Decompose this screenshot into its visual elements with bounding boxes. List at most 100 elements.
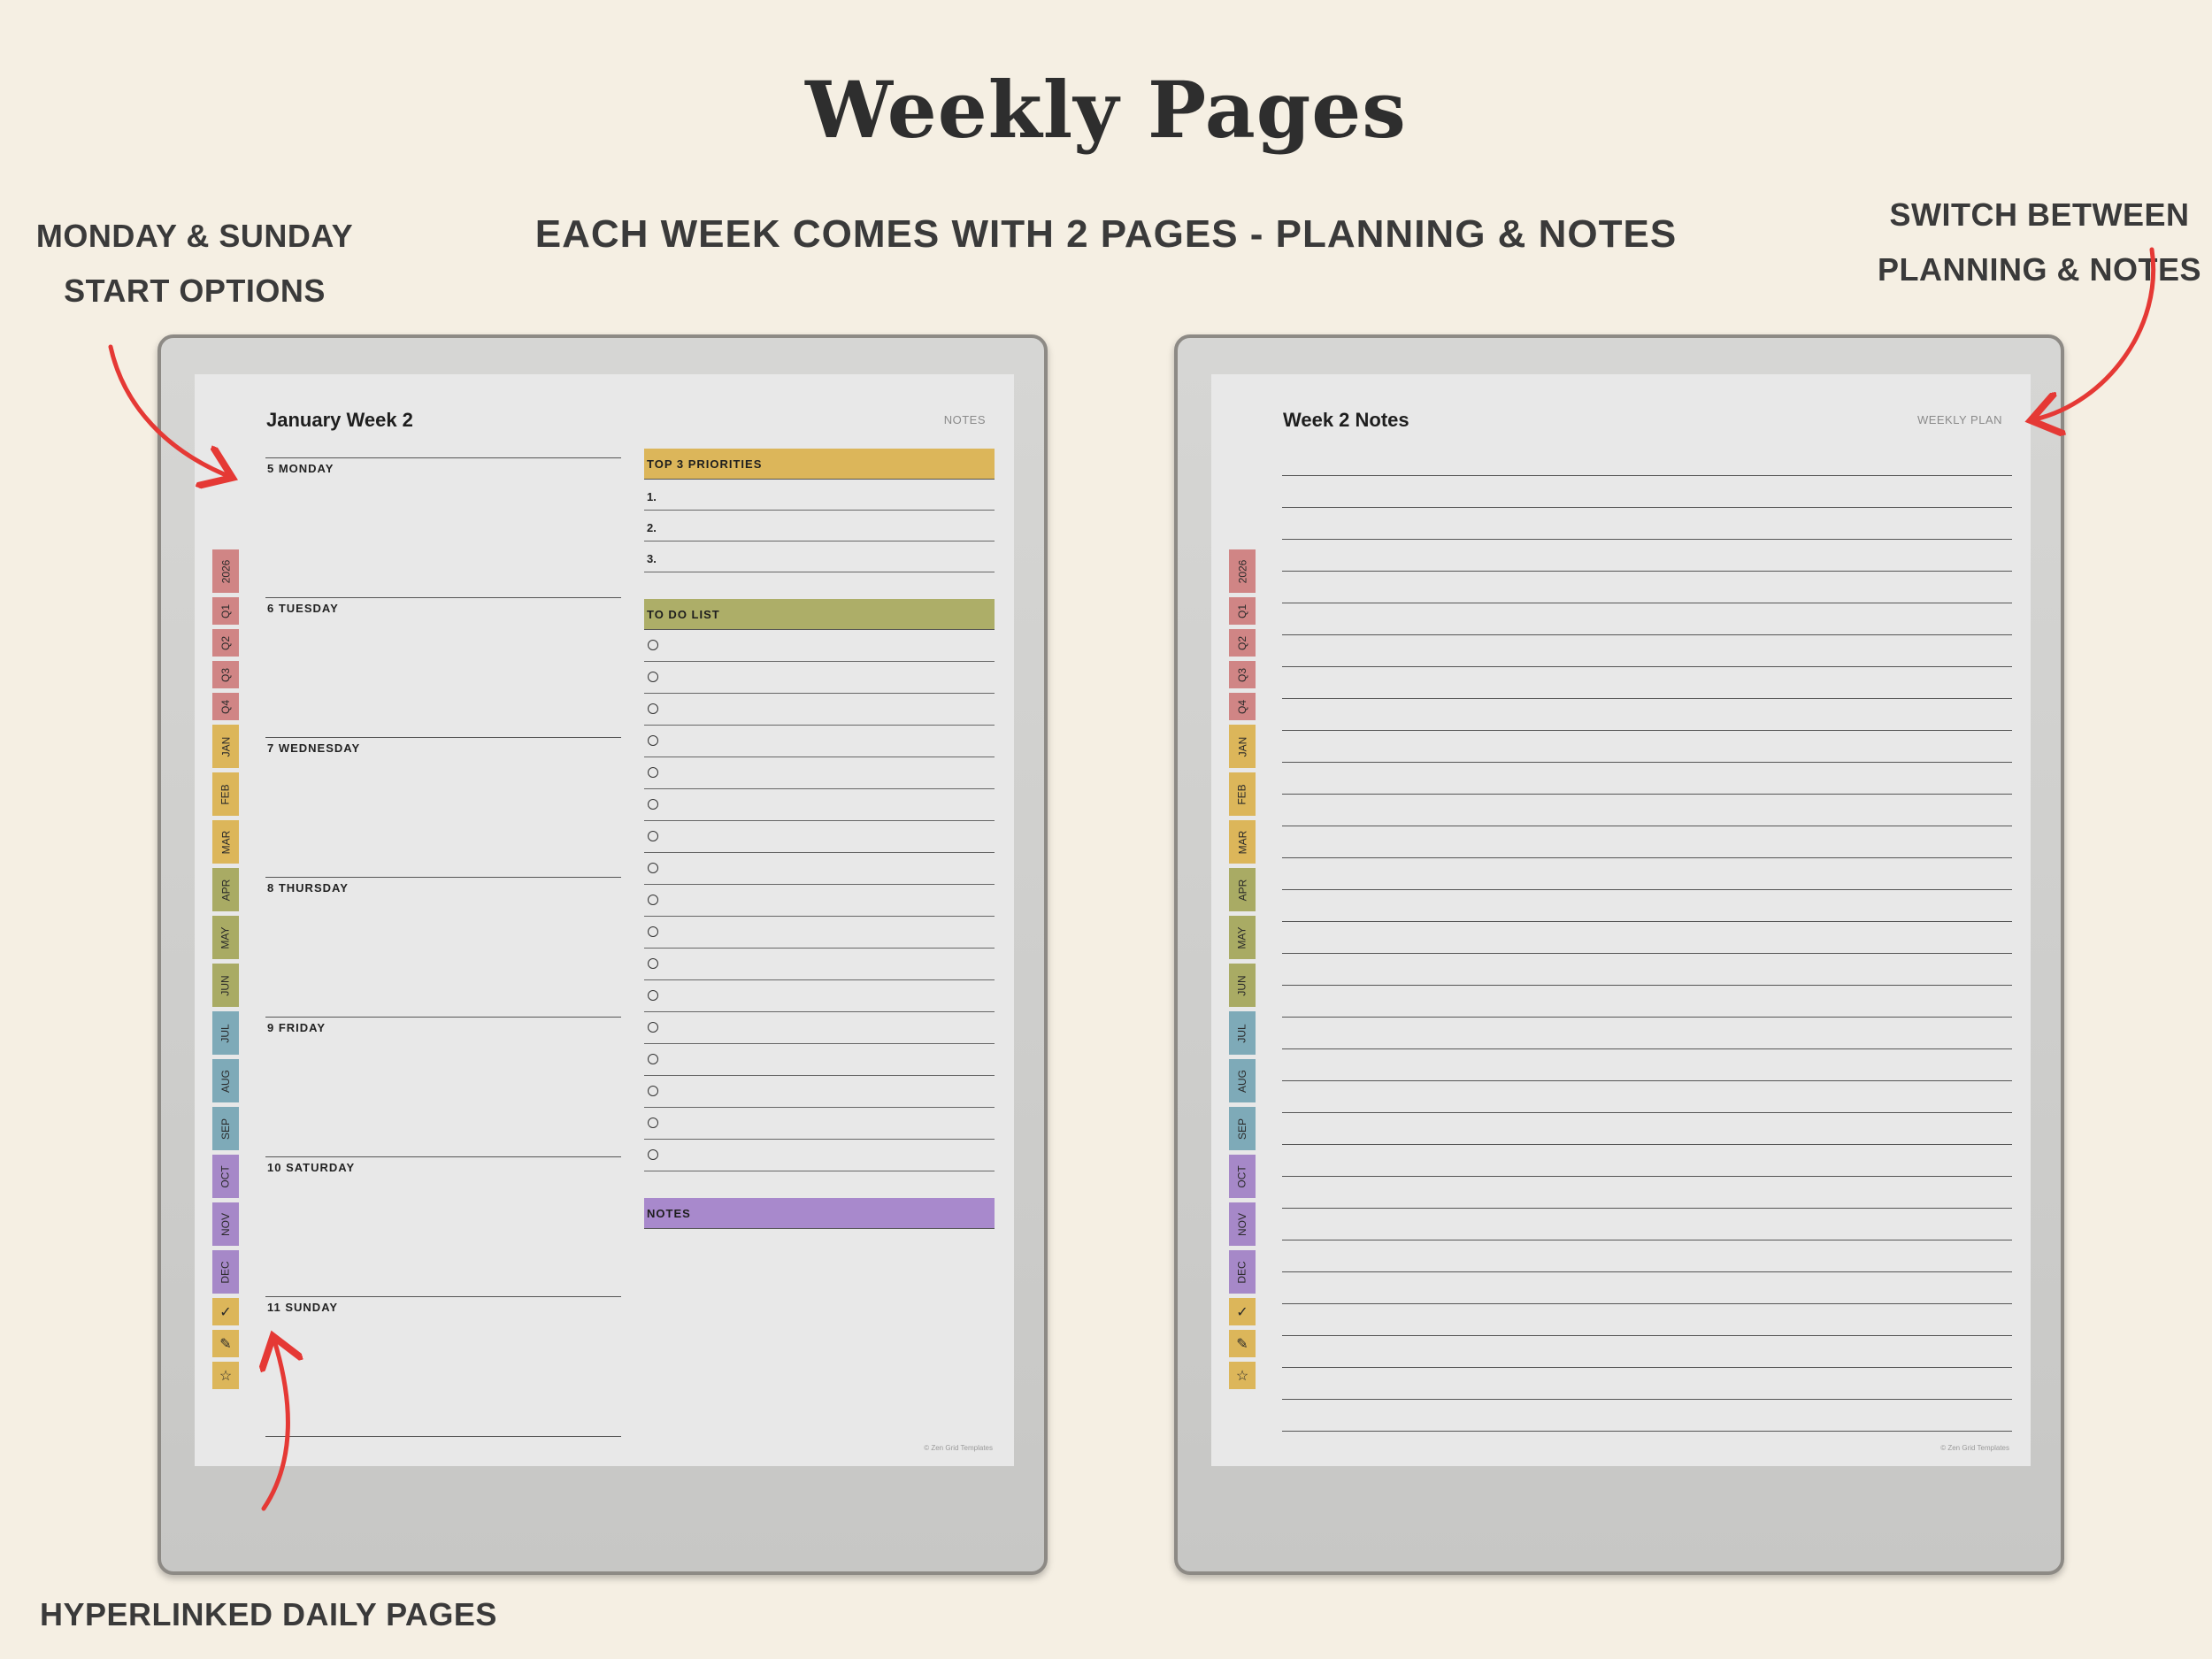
todo-row[interactable] bbox=[644, 917, 995, 949]
tab-jan[interactable]: JAN bbox=[1229, 725, 1256, 768]
tab-oct[interactable]: OCT bbox=[1229, 1155, 1256, 1198]
tab-label: SEP bbox=[1235, 1118, 1248, 1140]
todo-row[interactable] bbox=[644, 1076, 995, 1108]
priority-row[interactable]: 2. bbox=[644, 511, 995, 541]
tab-dec[interactable]: DEC bbox=[1229, 1250, 1256, 1294]
todo-row[interactable] bbox=[644, 980, 995, 1012]
todo-row[interactable] bbox=[644, 885, 995, 917]
circle-checkbox-icon[interactable] bbox=[648, 1118, 658, 1128]
tab-q2[interactable]: Q2 bbox=[212, 629, 239, 657]
circle-checkbox-icon[interactable] bbox=[648, 799, 658, 810]
callout-switch-pages: SWITCH BETWEEN PLANNING & NOTES bbox=[1867, 188, 2212, 297]
tab-q4[interactable]: Q4 bbox=[212, 693, 239, 720]
tab-nov[interactable]: NOV bbox=[212, 1202, 239, 1246]
tab-apr[interactable]: APR bbox=[1229, 868, 1256, 911]
circle-checkbox-icon[interactable] bbox=[648, 1022, 658, 1033]
tab-dec[interactable]: DEC bbox=[212, 1250, 239, 1294]
todo-row[interactable] bbox=[644, 853, 995, 885]
day-section[interactable]: 6 TUESDAY bbox=[265, 597, 621, 738]
tab-may[interactable]: MAY bbox=[1229, 916, 1256, 959]
circle-checkbox-icon[interactable] bbox=[648, 990, 658, 1001]
tab-jul[interactable]: JUL bbox=[212, 1011, 239, 1055]
tab-2026[interactable]: 2026 bbox=[1229, 549, 1256, 593]
note-line bbox=[1282, 1144, 2012, 1145]
tab-mar[interactable]: MAR bbox=[212, 820, 239, 864]
tab-checkmark-icon[interactable]: ✓ bbox=[1229, 1298, 1256, 1325]
tab-label: 2026 bbox=[1235, 559, 1248, 583]
day-section[interactable]: 8 THURSDAY bbox=[265, 877, 621, 1018]
day-section[interactable]: 9 FRIDAY bbox=[265, 1017, 621, 1157]
tab-q1[interactable]: Q1 bbox=[212, 597, 239, 625]
weekly-plan-link[interactable]: WEEKLY PLAN bbox=[1917, 413, 2002, 426]
tab-q4[interactable]: Q4 bbox=[1229, 693, 1256, 720]
note-line bbox=[1282, 539, 2012, 540]
todo-row[interactable] bbox=[644, 630, 995, 662]
tab-may[interactable]: MAY bbox=[212, 916, 239, 959]
tab-checkmark-icon[interactable]: ✓ bbox=[212, 1298, 239, 1325]
tab-aug[interactable]: AUG bbox=[212, 1059, 239, 1102]
circle-checkbox-icon[interactable] bbox=[648, 1149, 658, 1160]
tab-jun[interactable]: JUN bbox=[212, 964, 239, 1007]
circle-checkbox-icon[interactable] bbox=[648, 926, 658, 937]
tab-q3[interactable]: Q3 bbox=[1229, 661, 1256, 688]
day-section[interactable]: 5 MONDAY bbox=[265, 457, 621, 598]
tab-sep[interactable]: SEP bbox=[1229, 1107, 1256, 1150]
todo-row[interactable] bbox=[644, 694, 995, 726]
tab-feb[interactable]: FEB bbox=[212, 772, 239, 816]
circle-checkbox-icon[interactable] bbox=[648, 672, 658, 682]
tab-jul[interactable]: JUL bbox=[1229, 1011, 1256, 1055]
tab-nov[interactable]: NOV bbox=[1229, 1202, 1256, 1246]
tab-label: MAY bbox=[1236, 926, 1248, 949]
circle-checkbox-icon[interactable] bbox=[648, 958, 658, 969]
tab-mar[interactable]: MAR bbox=[1229, 820, 1256, 864]
circle-checkbox-icon[interactable] bbox=[648, 735, 658, 746]
circle-checkbox-icon[interactable] bbox=[648, 895, 658, 905]
notes-page-link[interactable]: NOTES bbox=[944, 413, 986, 426]
tab-sep[interactable]: SEP bbox=[212, 1107, 239, 1150]
tab-q2[interactable]: Q2 bbox=[1229, 629, 1256, 657]
tab-label: NOV bbox=[219, 1212, 232, 1236]
circle-checkbox-icon[interactable] bbox=[648, 831, 658, 841]
todo-row[interactable] bbox=[644, 757, 995, 789]
note-line bbox=[1282, 985, 2012, 986]
todo-row[interactable] bbox=[644, 821, 995, 853]
circle-checkbox-icon[interactable] bbox=[648, 640, 658, 650]
todo-row[interactable] bbox=[644, 1108, 995, 1140]
todo-row[interactable] bbox=[644, 1044, 995, 1076]
todo-row[interactable] bbox=[644, 1012, 995, 1044]
tab-jan[interactable]: JAN bbox=[212, 725, 239, 768]
tab-q1[interactable]: Q1 bbox=[1229, 597, 1256, 625]
circle-checkbox-icon[interactable] bbox=[648, 863, 658, 873]
tab-label: AUG bbox=[1235, 1069, 1248, 1093]
divider bbox=[265, 1436, 621, 1437]
circle-checkbox-icon[interactable] bbox=[648, 767, 658, 778]
tab-2026[interactable]: 2026 bbox=[212, 549, 239, 593]
callout-line: MONDAY & SUNDAY bbox=[35, 218, 354, 254]
tab-star-icon[interactable]: ☆ bbox=[212, 1362, 239, 1389]
tab-aug[interactable]: AUG bbox=[1229, 1059, 1256, 1102]
todo-row[interactable] bbox=[644, 949, 995, 980]
priority-number: 1. bbox=[647, 490, 657, 503]
priority-row[interactable]: 3. bbox=[644, 541, 995, 572]
tab-label: 2026 bbox=[219, 559, 232, 583]
circle-checkbox-icon[interactable] bbox=[648, 1086, 658, 1096]
tab-feb[interactable]: FEB bbox=[1229, 772, 1256, 816]
day-section[interactable]: 11 SUNDAY bbox=[265, 1296, 621, 1437]
tab-q3[interactable]: Q3 bbox=[212, 661, 239, 688]
tab-pencil-icon[interactable]: ✎ bbox=[212, 1330, 239, 1357]
circle-checkbox-icon[interactable] bbox=[648, 703, 658, 714]
tab-jun[interactable]: JUN bbox=[1229, 964, 1256, 1007]
day-section[interactable]: 10 SATURDAY bbox=[265, 1156, 621, 1297]
tab-oct[interactable]: OCT bbox=[212, 1155, 239, 1198]
tab-pencil-icon[interactable]: ✎ bbox=[1229, 1330, 1256, 1357]
tab-apr[interactable]: APR bbox=[212, 868, 239, 911]
priority-row[interactable]: 1. bbox=[644, 480, 995, 511]
todo-row[interactable] bbox=[644, 662, 995, 694]
todo-row[interactable] bbox=[644, 726, 995, 757]
callout-line: PLANNING & NOTES bbox=[1877, 251, 2201, 288]
circle-checkbox-icon[interactable] bbox=[648, 1054, 658, 1064]
tab-star-icon[interactable]: ☆ bbox=[1229, 1362, 1256, 1389]
todo-row[interactable] bbox=[644, 1140, 995, 1171]
day-section[interactable]: 7 WEDNESDAY bbox=[265, 737, 621, 878]
todo-row[interactable] bbox=[644, 789, 995, 821]
